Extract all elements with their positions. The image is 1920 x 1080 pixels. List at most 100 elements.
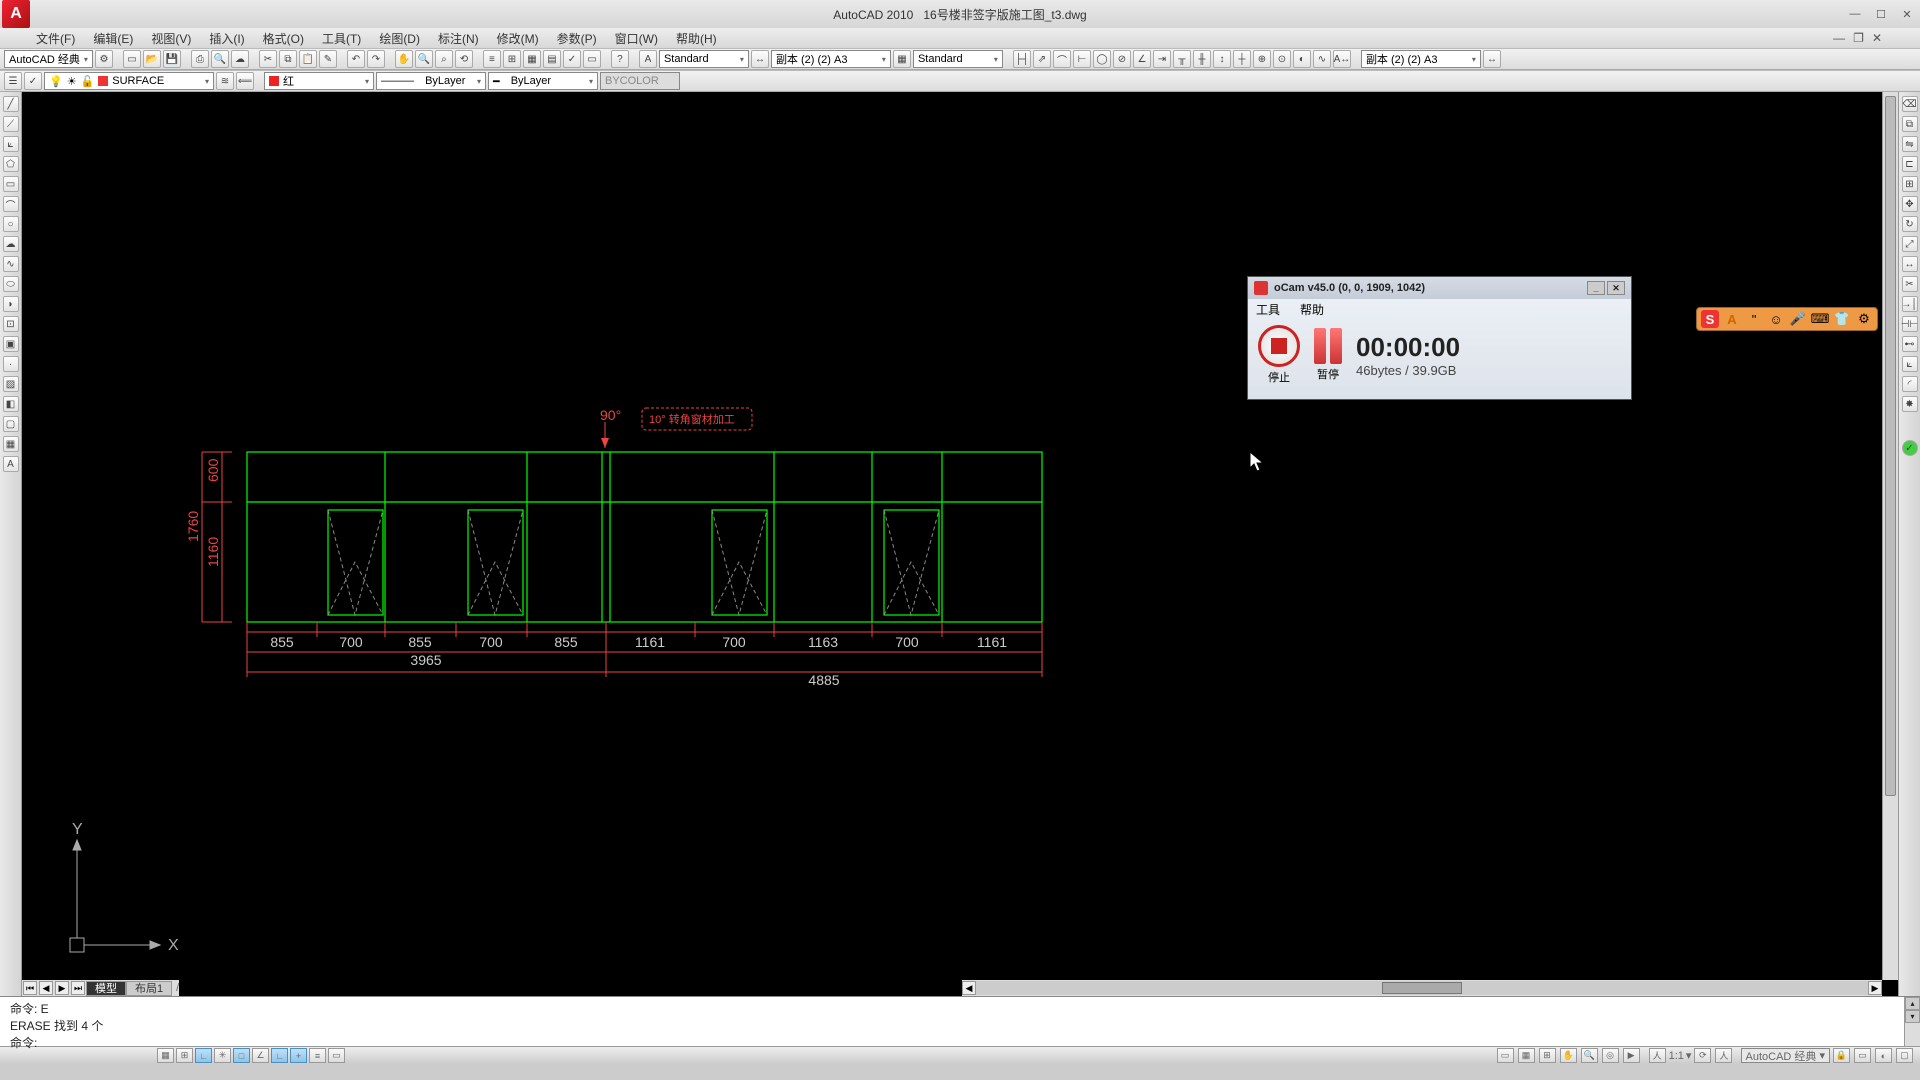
drawing-canvas[interactable]: 90° 10° 转角窗材加工 600 1160 1760 — [22, 92, 1898, 996]
erase-icon[interactable]: ⌫ — [1902, 96, 1918, 112]
dim-linear-icon[interactable]: ├┤ — [1013, 50, 1031, 68]
tab-next[interactable]: ▶ — [55, 981, 69, 995]
color-selector[interactable]: 红▾ — [264, 72, 374, 90]
scale-icon[interactable]: ⤢ — [1902, 236, 1918, 252]
explode-icon[interactable]: ✸ — [1902, 396, 1918, 412]
horizontal-scrollbar[interactable]: ◀▶ — [962, 980, 1882, 996]
dim-continue-icon[interactable]: ╫ — [1193, 50, 1211, 68]
preview-icon[interactable]: 🔍 — [211, 50, 229, 68]
comm-center-icon[interactable]: ✓ — [1902, 440, 1918, 456]
tablestyle-selector[interactable]: Standard▾ — [913, 50, 1003, 68]
break-icon[interactable]: ⊣⊢ — [1902, 316, 1918, 332]
doc-minimize[interactable]: — — [1833, 31, 1845, 45]
arc-icon[interactable]: ⌒ — [3, 196, 19, 212]
textstyle-icon[interactable]: A — [639, 50, 657, 68]
hatch-icon[interactable]: ▨ — [3, 376, 19, 392]
help-icon[interactable]: ? — [611, 50, 629, 68]
extend-icon[interactable]: →│ — [1902, 296, 1918, 312]
line-icon[interactable]: ╱ — [3, 96, 19, 112]
ime-skin-icon[interactable]: 👕 — [1833, 310, 1851, 328]
table-icon[interactable]: ▦ — [3, 436, 19, 452]
markup-icon[interactable]: ✓ — [563, 50, 581, 68]
dimstyle-icon[interactable]: ↔ — [751, 50, 769, 68]
menu-param[interactable]: 参数(P) — [557, 30, 597, 47]
ime-punct-icon[interactable]: " — [1745, 310, 1763, 328]
dim-ordinate-icon[interactable]: ⊢ — [1073, 50, 1091, 68]
polygon-icon[interactable]: ⬠ — [3, 156, 19, 172]
menu-file[interactable]: 文件(F) — [36, 30, 75, 47]
layerprops-icon[interactable]: ☰ — [4, 72, 22, 90]
insert-icon[interactable]: ⊡ — [3, 316, 19, 332]
circle-icon[interactable]: ○ — [3, 216, 19, 232]
redo-icon[interactable]: ↷ — [367, 50, 385, 68]
pline-icon[interactable]: ⟀ — [3, 136, 19, 152]
dimupdate-icon[interactable]: ↔ — [1483, 50, 1501, 68]
sogou-icon[interactable]: S — [1701, 310, 1719, 328]
command-window[interactable]: 命令: E ERASE 找到 4 个 命令: ▴▾ — [0, 996, 1920, 1046]
dim-diameter-icon[interactable]: ⊘ — [1113, 50, 1131, 68]
dimedit-icon[interactable]: A↔ — [1333, 50, 1351, 68]
tab-last[interactable]: ⏭ — [71, 981, 85, 995]
doc-close[interactable]: ✕ — [1872, 31, 1882, 45]
doc-restore[interactable]: ❐ — [1853, 31, 1864, 45]
dimstyle-selector[interactable]: 副本 (2) (2) A3▾ — [771, 50, 891, 68]
region-icon[interactable]: ▢ — [3, 416, 19, 432]
inspect-icon[interactable]: ◐ — [1293, 50, 1311, 68]
spline-icon[interactable]: ∿ — [3, 256, 19, 272]
cmd-line-3[interactable]: 命令: — [10, 1034, 1910, 1051]
menu-tools[interactable]: 工具(T) — [322, 30, 361, 47]
ocam-menu-help[interactable]: 帮助 — [1300, 301, 1324, 318]
save-icon[interactable]: 💾 — [163, 50, 181, 68]
zoom-prev-icon[interactable]: ⟲ — [455, 50, 473, 68]
move-icon[interactable]: ✥ — [1902, 196, 1918, 212]
ellarc-icon[interactable]: ◗ — [3, 296, 19, 312]
calc-icon[interactable]: ▭ — [583, 50, 601, 68]
dim-baseline-icon[interactable]: ╥ — [1173, 50, 1191, 68]
match-icon[interactable]: ✎ — [319, 50, 337, 68]
toolpal-icon[interactable]: ▦ — [523, 50, 541, 68]
ime-lang[interactable]: A — [1723, 310, 1741, 328]
revcloud-icon[interactable]: ☁ — [3, 236, 19, 252]
paste-icon[interactable]: 📋 — [299, 50, 317, 68]
tab-prev[interactable]: ◀ — [39, 981, 53, 995]
ocam-titlebar[interactable]: oCam v45.0 (0, 0, 1909, 1042) _✕ — [1248, 277, 1631, 299]
props-icon[interactable]: ≡ — [483, 50, 501, 68]
stretch-icon[interactable]: ↔ — [1902, 256, 1918, 272]
tolerance-icon[interactable]: ⊕ — [1253, 50, 1271, 68]
ime-settings-icon[interactable]: ⚙ — [1855, 310, 1873, 328]
menu-insert[interactable]: 插入(I) — [209, 30, 244, 47]
menu-modify[interactable]: 修改(M) — [497, 30, 539, 47]
new-icon[interactable]: ▭ — [123, 50, 141, 68]
offset-icon[interactable]: ⊏ — [1902, 156, 1918, 172]
layermatch-icon[interactable]: ≋ — [216, 72, 234, 90]
copy-icon[interactable]: ⧉ — [279, 50, 297, 68]
ocam-stop-button[interactable] — [1258, 325, 1300, 367]
copyobj-icon[interactable]: ⧉ — [1902, 116, 1918, 132]
ime-face-icon[interactable]: ☺ — [1767, 310, 1785, 328]
menu-draw[interactable]: 绘图(D) — [379, 30, 420, 47]
ocam-window[interactable]: oCam v45.0 (0, 0, 1909, 1042) _✕ 工具 帮助 停… — [1247, 276, 1632, 400]
print-icon[interactable]: ⎙ — [191, 50, 209, 68]
point-icon[interactable]: · — [3, 356, 19, 372]
cut-icon[interactable]: ✂ — [259, 50, 277, 68]
jogged-icon[interactable]: ∿ — [1313, 50, 1331, 68]
sheetset-icon[interactable]: ▤ — [543, 50, 561, 68]
dim-quick-icon[interactable]: ⇥ — [1153, 50, 1171, 68]
gradient-icon[interactable]: ◧ — [3, 396, 19, 412]
xline-icon[interactable]: ⟋ — [3, 116, 19, 132]
layerprev-icon[interactable]: ⟸ — [236, 72, 254, 90]
block-icon[interactable]: ▣ — [3, 336, 19, 352]
ime-toolbar[interactable]: S A " ☺ 🎤 ⌨ 👕 ⚙ — [1696, 307, 1878, 331]
anno-scale-label[interactable]: 1:1 — [1669, 1050, 1684, 1062]
menu-view[interactable]: 视图(V) — [151, 30, 191, 47]
array-icon[interactable]: ⊞ — [1902, 176, 1918, 192]
rect-icon[interactable]: ▭ — [3, 176, 19, 192]
cmd-scrollbar[interactable]: ▴▾ — [1904, 997, 1920, 1046]
dim-angular-icon[interactable]: ∠ — [1133, 50, 1151, 68]
menu-edit[interactable]: 编辑(E) — [93, 30, 133, 47]
zoom-win-icon[interactable]: ⌕ — [435, 50, 453, 68]
dcenter-icon[interactable]: ⊞ — [503, 50, 521, 68]
close-button[interactable]: ✕ — [1894, 4, 1920, 24]
dim-aligned-icon[interactable]: ⇗ — [1033, 50, 1051, 68]
pan-icon[interactable]: ✋ — [395, 50, 413, 68]
